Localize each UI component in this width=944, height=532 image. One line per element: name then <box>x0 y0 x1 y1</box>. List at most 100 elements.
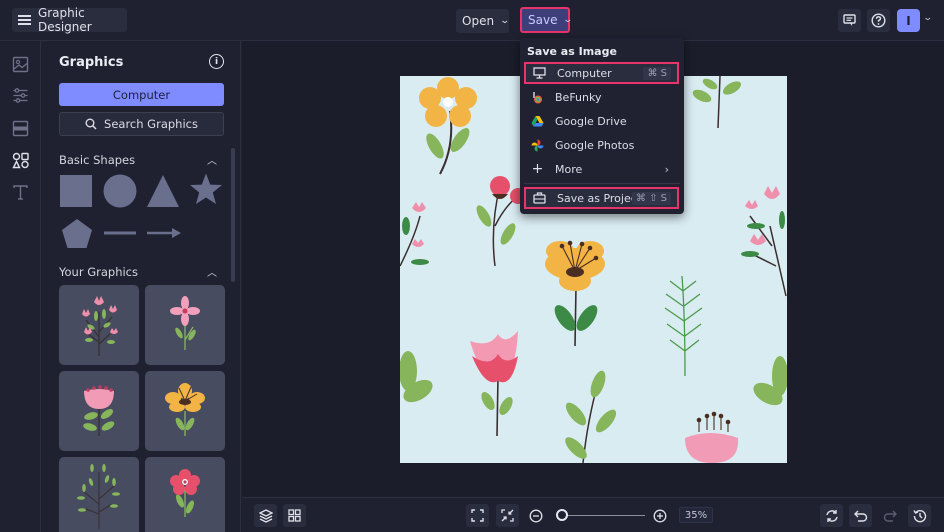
sliders-icon[interactable] <box>12 87 29 104</box>
menu-item-google-photos[interactable]: Google Photos <box>524 134 679 156</box>
yellow-flower-graphic <box>165 383 205 436</box>
graphics-panel: Graphics i Computer Search Graphics Basi… <box>41 41 241 532</box>
menu-item-befunky-label: BeFunky <box>555 90 602 104</box>
briefcase-icon <box>533 192 546 205</box>
triangle-shape[interactable] <box>145 173 181 209</box>
grid-view-button[interactable] <box>283 504 306 527</box>
redo-button[interactable] <box>878 504 901 527</box>
yellow-lily <box>545 240 605 347</box>
line-shape[interactable] <box>103 227 137 239</box>
menu-item-save-as-project-label: Save as Project <box>557 191 642 205</box>
zoom-out-icon[interactable] <box>529 509 543 523</box>
actual-size-button[interactable] <box>496 504 519 527</box>
pink-tulip-bouquet-graphic <box>82 296 118 356</box>
app-title: Graphic Designer <box>37 6 92 34</box>
red-flower-graphic <box>170 469 200 517</box>
plus-icon: + <box>531 161 544 177</box>
refresh-icon <box>825 509 838 522</box>
your-graphics-title: Your Graphics <box>59 265 138 279</box>
redo-icon <box>883 510 897 522</box>
search-icon <box>85 118 97 130</box>
menu-item-google-drive-label: Google Drive <box>555 114 627 128</box>
zoom-percentage-field[interactable]: 35% <box>679 507 713 523</box>
comment-icon <box>843 14 856 26</box>
menu-item-befunky[interactable]: BeFunky <box>524 86 679 108</box>
save-label: Save <box>528 13 558 27</box>
arrow-shape[interactable] <box>146 227 182 239</box>
red-berry-branch <box>476 176 526 267</box>
pentagon-shape[interactable] <box>60 217 94 251</box>
tool-rail <box>0 41 41 532</box>
graphic-tile-red-flower[interactable] <box>145 457 225 532</box>
save-button[interactable]: Save ⌄ <box>520 7 574 33</box>
shapes-icon[interactable] <box>12 152 29 169</box>
star-shape[interactable] <box>188 172 224 208</box>
menu-item-save-as-project[interactable]: Save as Project ⌘ ⇧ S <box>524 187 679 209</box>
zoom-slider-handle[interactable] <box>556 509 569 521</box>
pink-peony <box>685 411 739 463</box>
graphic-tile-yellow-flower[interactable] <box>145 371 225 451</box>
computer-upload-button[interactable]: Computer <box>59 83 224 106</box>
save-dropdown-menu: Save as Image Computer ⌘ S BeFunky Googl… <box>520 38 684 214</box>
search-graphics-label: Search Graphics <box>104 117 198 131</box>
green-sprig-graphic <box>77 464 120 529</box>
befunky-icon <box>531 91 544 104</box>
fit-to-screen-button[interactable] <box>466 504 489 527</box>
panel-title: Graphics <box>59 55 124 70</box>
panel-scrollbar[interactable] <box>231 148 235 282</box>
chevron-down-icon: ⌄ <box>499 16 511 26</box>
graphic-tile-green-sprig[interactable] <box>59 457 139 532</box>
pink-tulip <box>470 331 518 437</box>
layout-icon[interactable] <box>12 120 29 137</box>
image-icon[interactable] <box>12 56 29 73</box>
google-photos-icon <box>531 139 544 152</box>
menu-item-google-drive[interactable]: Google Drive <box>524 110 679 132</box>
comments-button[interactable] <box>838 9 861 32</box>
collapse-your-graphics-icon[interactable]: ︿ <box>207 264 217 279</box>
reset-button[interactable] <box>820 504 843 527</box>
top-bar: Graphic Designer Open ⌄ Save ⌄ I ⌄ <box>0 0 944 41</box>
pink-star-flower-graphic <box>170 296 200 350</box>
open-button[interactable]: Open ⌄ <box>456 9 511 33</box>
save-as-image-header: Save as Image <box>527 45 617 58</box>
yellow-daisy <box>419 77 477 175</box>
undo-button[interactable] <box>849 504 872 527</box>
menu-item-computer-label: Computer <box>557 66 612 80</box>
open-label: Open <box>462 14 495 28</box>
menu-divider <box>524 183 680 184</box>
zoom-in-icon[interactable] <box>653 509 667 523</box>
info-icon[interactable]: i <box>209 54 224 69</box>
bottom-toolbar: 35% <box>242 497 944 532</box>
menu-item-computer[interactable]: Computer ⌘ S <box>524 62 679 84</box>
green-branch-bottom <box>565 370 617 463</box>
history-button[interactable] <box>908 504 931 527</box>
app-menu-button[interactable]: Graphic Designer <box>12 6 127 34</box>
pink-sprig-left <box>400 202 429 267</box>
help-button[interactable] <box>867 9 890 32</box>
shortcut-computer: ⌘ S <box>643 66 671 80</box>
zoom-slider-track[interactable] <box>560 515 645 516</box>
pink-branch-right <box>741 186 787 297</box>
graphic-tile-pink-star-flower[interactable] <box>145 285 225 365</box>
layers-icon <box>258 508 273 523</box>
graphic-tile-pink-tulip-bouquet[interactable] <box>59 285 139 365</box>
text-icon[interactable] <box>12 184 29 201</box>
collapse-basic-shapes-icon[interactable]: ︿ <box>207 152 217 167</box>
square-shape[interactable] <box>59 174 93 208</box>
leaves-right-bottom <box>753 356 787 406</box>
circle-shape[interactable] <box>102 173 138 209</box>
basic-shapes-title: Basic Shapes <box>59 153 136 167</box>
account-chevron-down-icon[interactable]: ⌄ <box>922 13 933 23</box>
chevron-down-icon: ⌄ <box>562 15 574 25</box>
shortcut-save-as-project: ⌘ ⇧ S <box>631 191 671 205</box>
pink-peony-graphic <box>83 385 115 436</box>
help-icon <box>871 13 886 28</box>
layers-button[interactable] <box>254 504 277 527</box>
graphic-tile-pink-peony[interactable] <box>59 371 139 451</box>
search-graphics-button[interactable]: Search Graphics <box>59 112 224 136</box>
menu-item-google-photos-label: Google Photos <box>555 138 635 152</box>
menu-item-more[interactable]: + More › <box>524 158 679 180</box>
green-sprig-top <box>692 76 742 129</box>
user-avatar[interactable]: I <box>897 9 920 32</box>
fern-leaf <box>664 275 703 377</box>
